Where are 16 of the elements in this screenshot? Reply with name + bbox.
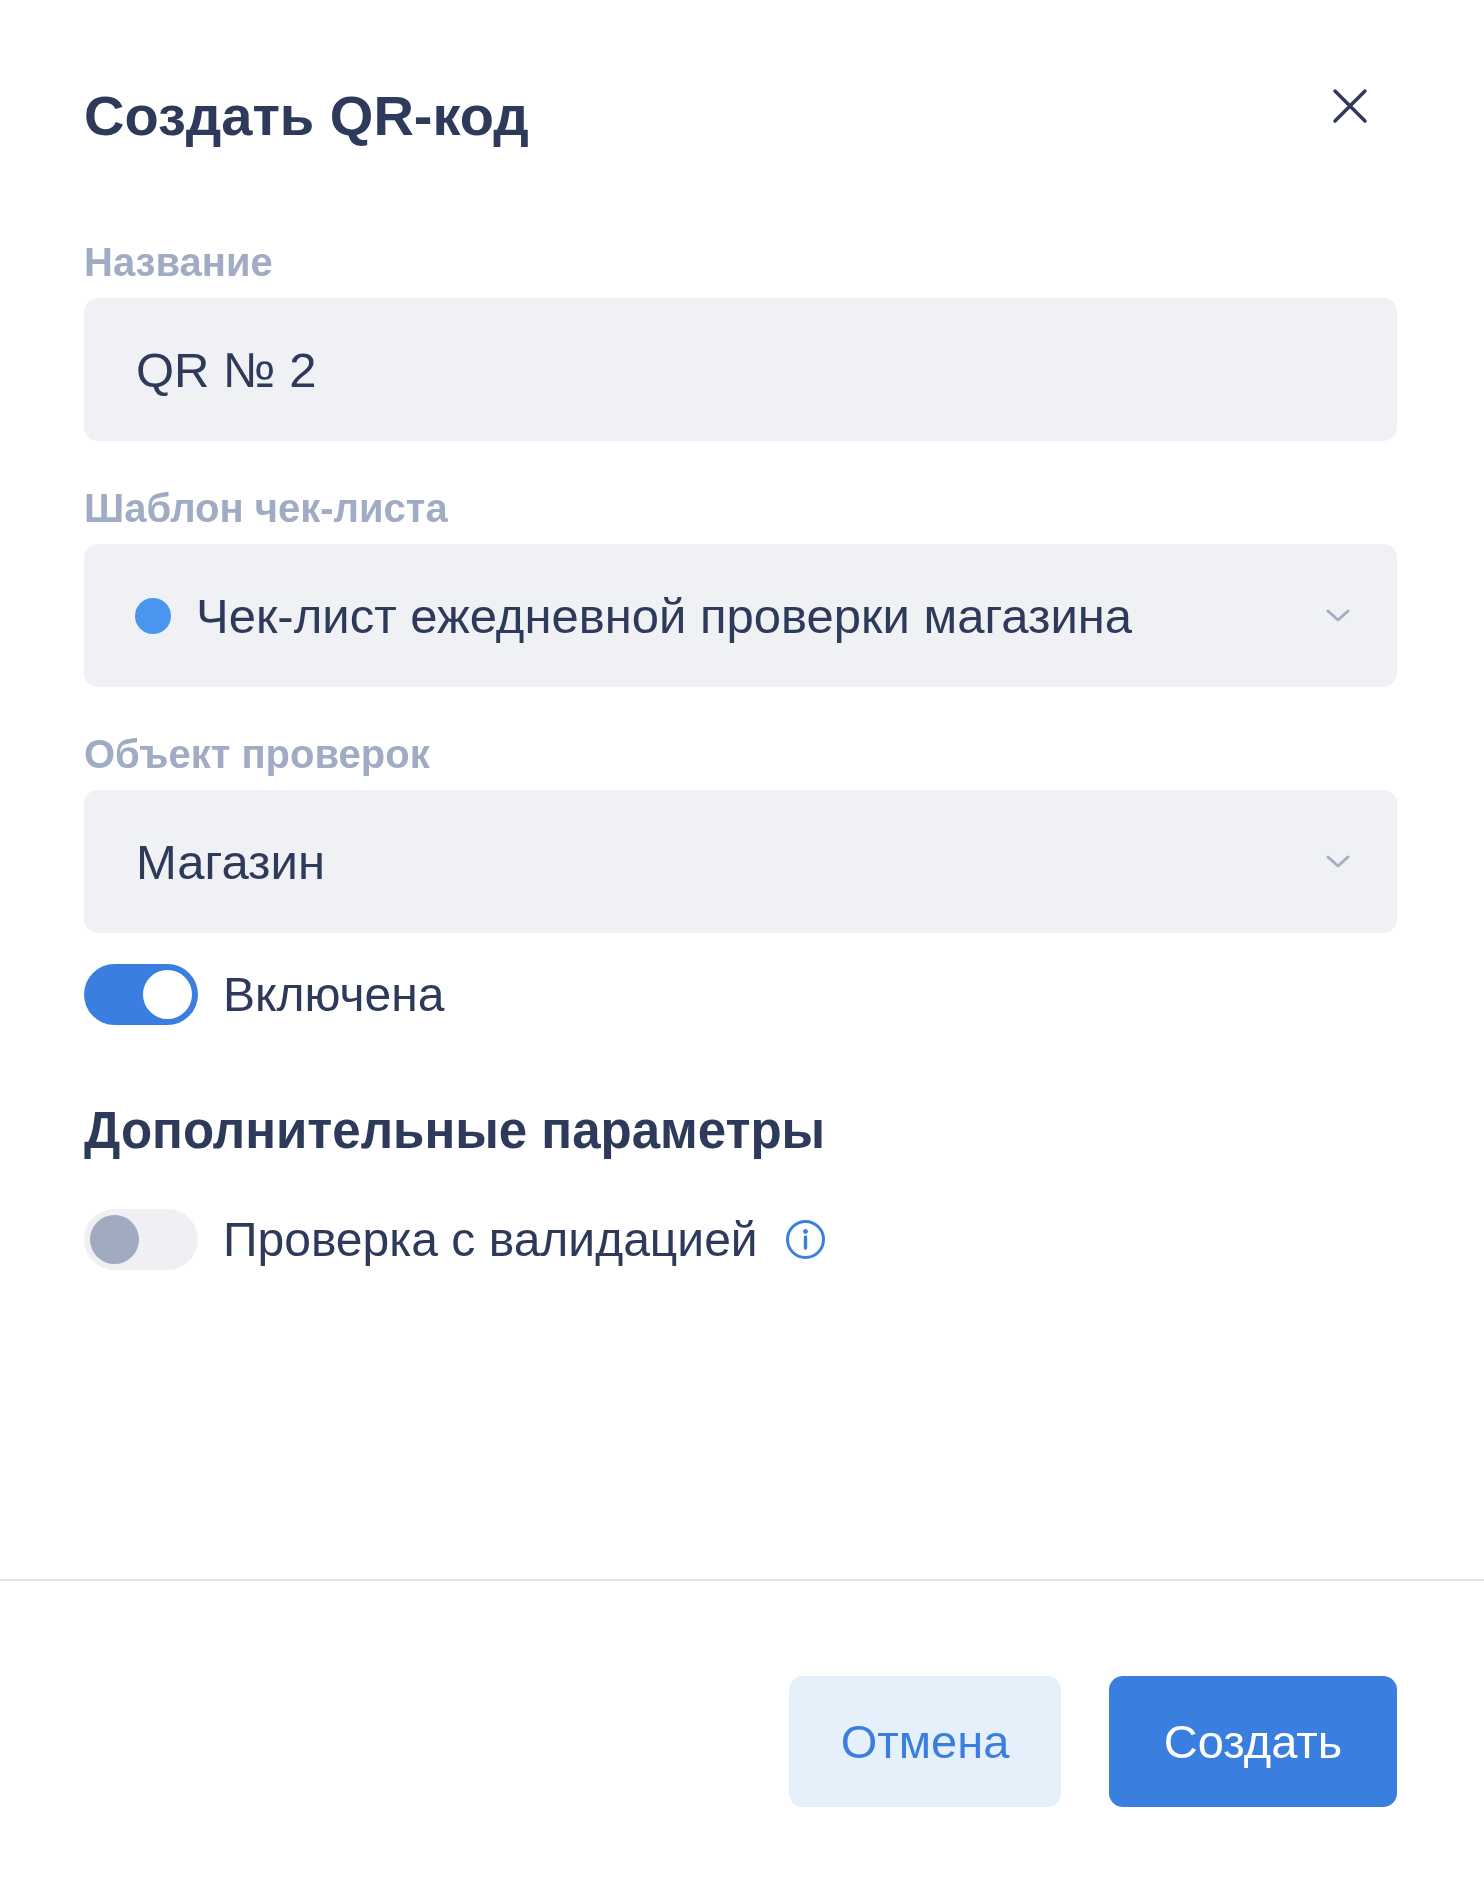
field-label: Шаблон чек-листа [84,486,448,530]
create-button[interactable]: Создать [1109,1676,1397,1807]
field-label: Название [84,240,273,284]
dialog-title: Создать QR-код [84,84,529,148]
toggle-switch[interactable] [84,964,198,1025]
text-field[interactable]: QR № 2 [84,298,1397,441]
toggle-label: Включена [223,966,445,1023]
dropdown-field[interactable]: Чек-лист ежедневной проверки магазина [84,544,1397,687]
info-icon[interactable] [784,1219,826,1260]
section-heading: Дополнительные параметры [84,1101,826,1161]
toggle-label: Проверка с валидацией [223,1211,758,1268]
dropdown-field[interactable]: Магазин [84,790,1397,933]
chevron-down-icon [1326,609,1350,622]
chevron-down-icon [1326,855,1350,868]
close-icon [1332,88,1368,124]
field-label: Объект проверок [84,732,430,776]
